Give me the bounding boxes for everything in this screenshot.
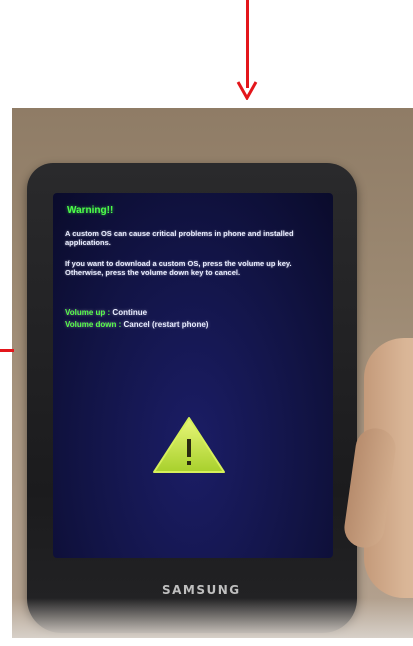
annotation-arrow-shaft xyxy=(246,0,249,88)
tablet: Warning!! A custom OS can cause critical… xyxy=(27,163,357,633)
warning-triangle-icon xyxy=(153,417,225,473)
photo: Warning!! A custom OS can cause critical… xyxy=(12,108,413,638)
volume-up-key-label: Volume up : xyxy=(65,308,111,317)
red-down-arrow-icon xyxy=(236,81,258,100)
warning-paragraph-2: If you want to download a custom OS, pre… xyxy=(65,259,292,277)
key-options: Volume up : Continue Volume down : Cance… xyxy=(65,307,208,331)
volume-down-key-label: Volume down : xyxy=(65,320,122,329)
warning-paragraph-1: A custom OS can cause critical problems … xyxy=(65,229,294,247)
volume-down-action-label: Cancel (restart phone) xyxy=(123,320,209,329)
volume-down-option: Volume down : Cancel (restart phone) xyxy=(65,319,208,331)
tablet-screen: Warning!! A custom OS can cause critical… xyxy=(53,193,333,558)
volume-up-option: Volume up : Continue xyxy=(65,307,208,319)
brand-logo: SAMSUNG xyxy=(162,583,241,597)
volume-up-action-label: Continue xyxy=(112,308,148,317)
annotation-left-mark xyxy=(0,349,14,352)
warning-title: Warning!! xyxy=(67,205,114,216)
